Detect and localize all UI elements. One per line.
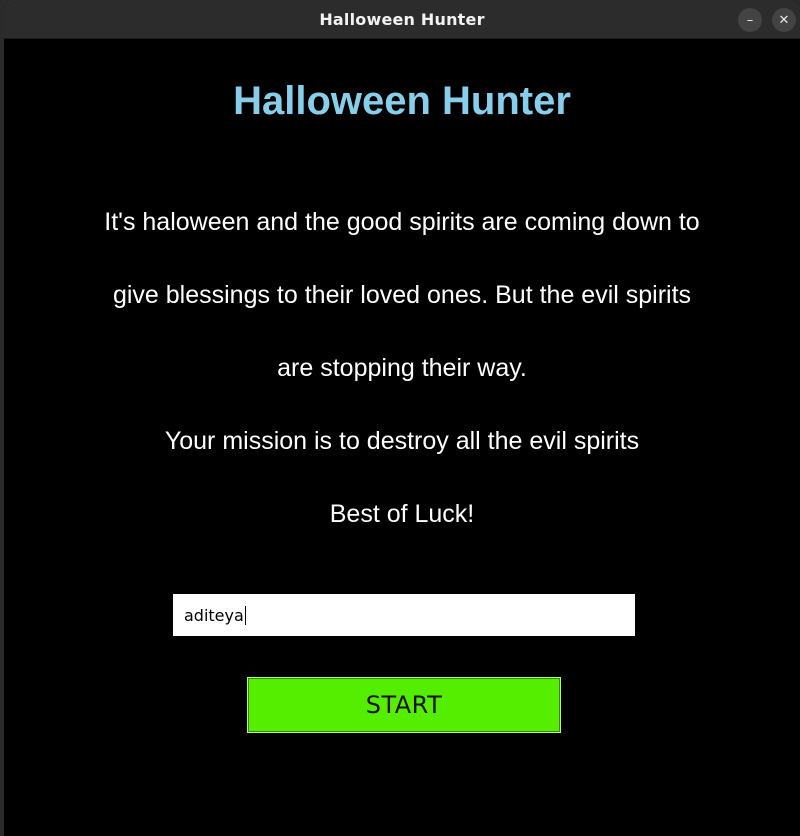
player-name-input[interactable]: aditeya <box>173 594 635 636</box>
window-controls: – ✕ <box>738 8 796 32</box>
story-line-3: are stopping their way. <box>277 354 527 382</box>
window-title: Halloween Hunter <box>319 9 485 29</box>
title-bar[interactable]: Halloween Hunter – ✕ <box>4 0 800 39</box>
story-line-2: give blessings to their loved ones. But … <box>112 281 692 309</box>
app-window: Halloween Hunter – ✕ Halloween Hunter It… <box>4 0 800 836</box>
mission-line: Your mission is to destroy all the evil … <box>164 427 640 455</box>
player-name-value: aditeya <box>184 605 244 625</box>
start-button-label: START <box>365 691 443 719</box>
close-button[interactable]: ✕ <box>772 8 796 32</box>
close-icon: ✕ <box>778 12 790 28</box>
minimize-icon: – <box>746 12 754 28</box>
good-luck-line: Best of Luck! <box>329 500 475 528</box>
text-caret <box>244 605 246 625</box>
game-heading: Halloween Hunter <box>233 79 571 123</box>
start-button[interactable]: START <box>247 677 561 733</box>
story-line-1: It's haloween and the good spirits are c… <box>104 208 700 236</box>
minimize-button[interactable]: – <box>738 8 762 32</box>
game-canvas: Halloween Hunter It's haloween and the g… <box>4 39 800 836</box>
